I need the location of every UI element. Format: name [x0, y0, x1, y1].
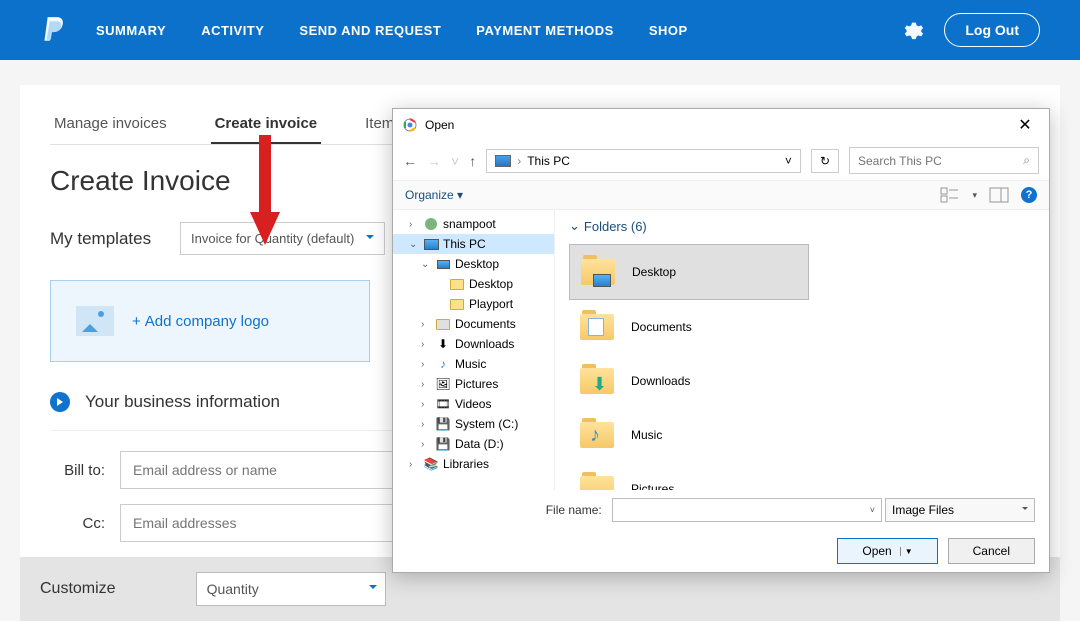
- gear-icon[interactable]: [902, 19, 924, 41]
- expand-arrow-icon: [50, 392, 70, 412]
- bill-to-label: Bill to:: [50, 462, 105, 479]
- image-placeholder-icon: [76, 306, 114, 336]
- preview-pane-icon[interactable]: [989, 187, 1009, 203]
- close-icon[interactable]: ✕: [1011, 115, 1039, 135]
- tree-item-thispc[interactable]: ⌄This PC: [393, 234, 554, 254]
- folder-music[interactable]: ♪ Music: [569, 408, 809, 462]
- bill-to-input[interactable]: [120, 451, 420, 489]
- plus-icon: +: [132, 313, 141, 330]
- tree-item-desktop[interactable]: ⌄Desktop: [393, 254, 554, 274]
- view-options-icon[interactable]: [940, 187, 960, 203]
- folder-tree: ›snampoot ⌄This PC ⌄Desktop Desktop Play…: [393, 210, 555, 490]
- tree-item-systemc[interactable]: ›💾System (C:): [393, 414, 554, 434]
- folder-downloads[interactable]: ⬇ Downloads: [569, 354, 809, 408]
- template-select[interactable]: Invoice for Quantity (default): [180, 222, 385, 255]
- tree-item-libraries[interactable]: ›📚Libraries: [393, 454, 554, 474]
- nav-activity[interactable]: ACTIVITY: [201, 23, 264, 38]
- folder-content: ⌄Folders (6) Desktop Documents ⬇ Downloa…: [555, 210, 1049, 490]
- customize-select[interactable]: Quantity: [196, 572, 386, 606]
- tree-item-datad[interactable]: ›💾Data (D:): [393, 434, 554, 454]
- refresh-icon[interactable]: ↻: [811, 149, 839, 173]
- folder-documents[interactable]: Documents: [569, 300, 809, 354]
- tab-manage-invoices[interactable]: Manage invoices: [50, 105, 171, 144]
- file-open-dialog: Open ✕ ← → ˅ ↑ › This PC ˅ ↻ ⌕ Organize …: [392, 108, 1050, 573]
- pc-icon: [495, 155, 511, 167]
- nav-recent-icon[interactable]: ˅: [451, 153, 459, 169]
- tab-create-invoice[interactable]: Create invoice: [211, 105, 322, 144]
- search-icon: ⌕: [1023, 153, 1030, 168]
- folder-desktop[interactable]: Desktop: [569, 244, 809, 300]
- tree-item-documents[interactable]: ›Documents: [393, 314, 554, 334]
- tree-item-user[interactable]: ›snampoot: [393, 214, 554, 234]
- help-icon[interactable]: ?: [1021, 187, 1037, 203]
- nav-forward-icon[interactable]: →: [427, 153, 441, 169]
- open-button[interactable]: Open▼: [837, 538, 937, 564]
- chrome-icon: [403, 118, 417, 132]
- cc-input[interactable]: [120, 504, 420, 542]
- folder-pictures[interactable]: Pictures: [569, 462, 809, 490]
- tree-item-playport[interactable]: Playport: [393, 294, 554, 314]
- folders-header[interactable]: ⌄Folders (6): [569, 218, 1035, 234]
- paypal-logo-icon: [40, 15, 66, 45]
- nav-summary[interactable]: SUMMARY: [96, 23, 166, 38]
- nav-payment[interactable]: PAYMENT METHODS: [476, 23, 614, 38]
- filename-input[interactable]: [612, 498, 882, 522]
- cc-label: Cc:: [50, 515, 105, 532]
- nav-send[interactable]: SEND AND REQUEST: [299, 23, 441, 38]
- add-company-logo-button[interactable]: +Add company logo: [50, 280, 370, 362]
- breadcrumb[interactable]: › This PC ˅: [486, 149, 801, 173]
- top-navbar: SUMMARY ACTIVITY SEND AND REQUEST PAYMEN…: [0, 0, 1080, 60]
- nav-shop[interactable]: SHOP: [649, 23, 688, 38]
- customize-label: Customize: [40, 580, 116, 598]
- dialog-title: Open: [425, 118, 1003, 132]
- nav-back-icon[interactable]: ←: [403, 153, 417, 169]
- logout-button[interactable]: Log Out: [944, 13, 1040, 47]
- filename-label: File name:: [546, 503, 602, 517]
- search-input[interactable]: ⌕: [849, 147, 1039, 174]
- tree-item-videos[interactable]: ›🎞Videos: [393, 394, 554, 414]
- tree-item-music[interactable]: ›♪Music: [393, 354, 554, 374]
- tree-item-desktop-sub[interactable]: Desktop: [393, 274, 554, 294]
- templates-label: My templates: [50, 229, 160, 249]
- chevron-down-icon[interactable]: ˅: [785, 154, 792, 168]
- nav-up-icon[interactable]: ↑: [469, 153, 476, 169]
- organize-menu[interactable]: Organize ▾: [405, 188, 463, 202]
- cancel-button[interactable]: Cancel: [948, 538, 1035, 564]
- filetype-select[interactable]: Image Files: [885, 498, 1035, 522]
- tree-item-pictures[interactable]: ›🖼Pictures: [393, 374, 554, 394]
- tree-item-downloads[interactable]: ›⬇Downloads: [393, 334, 554, 354]
